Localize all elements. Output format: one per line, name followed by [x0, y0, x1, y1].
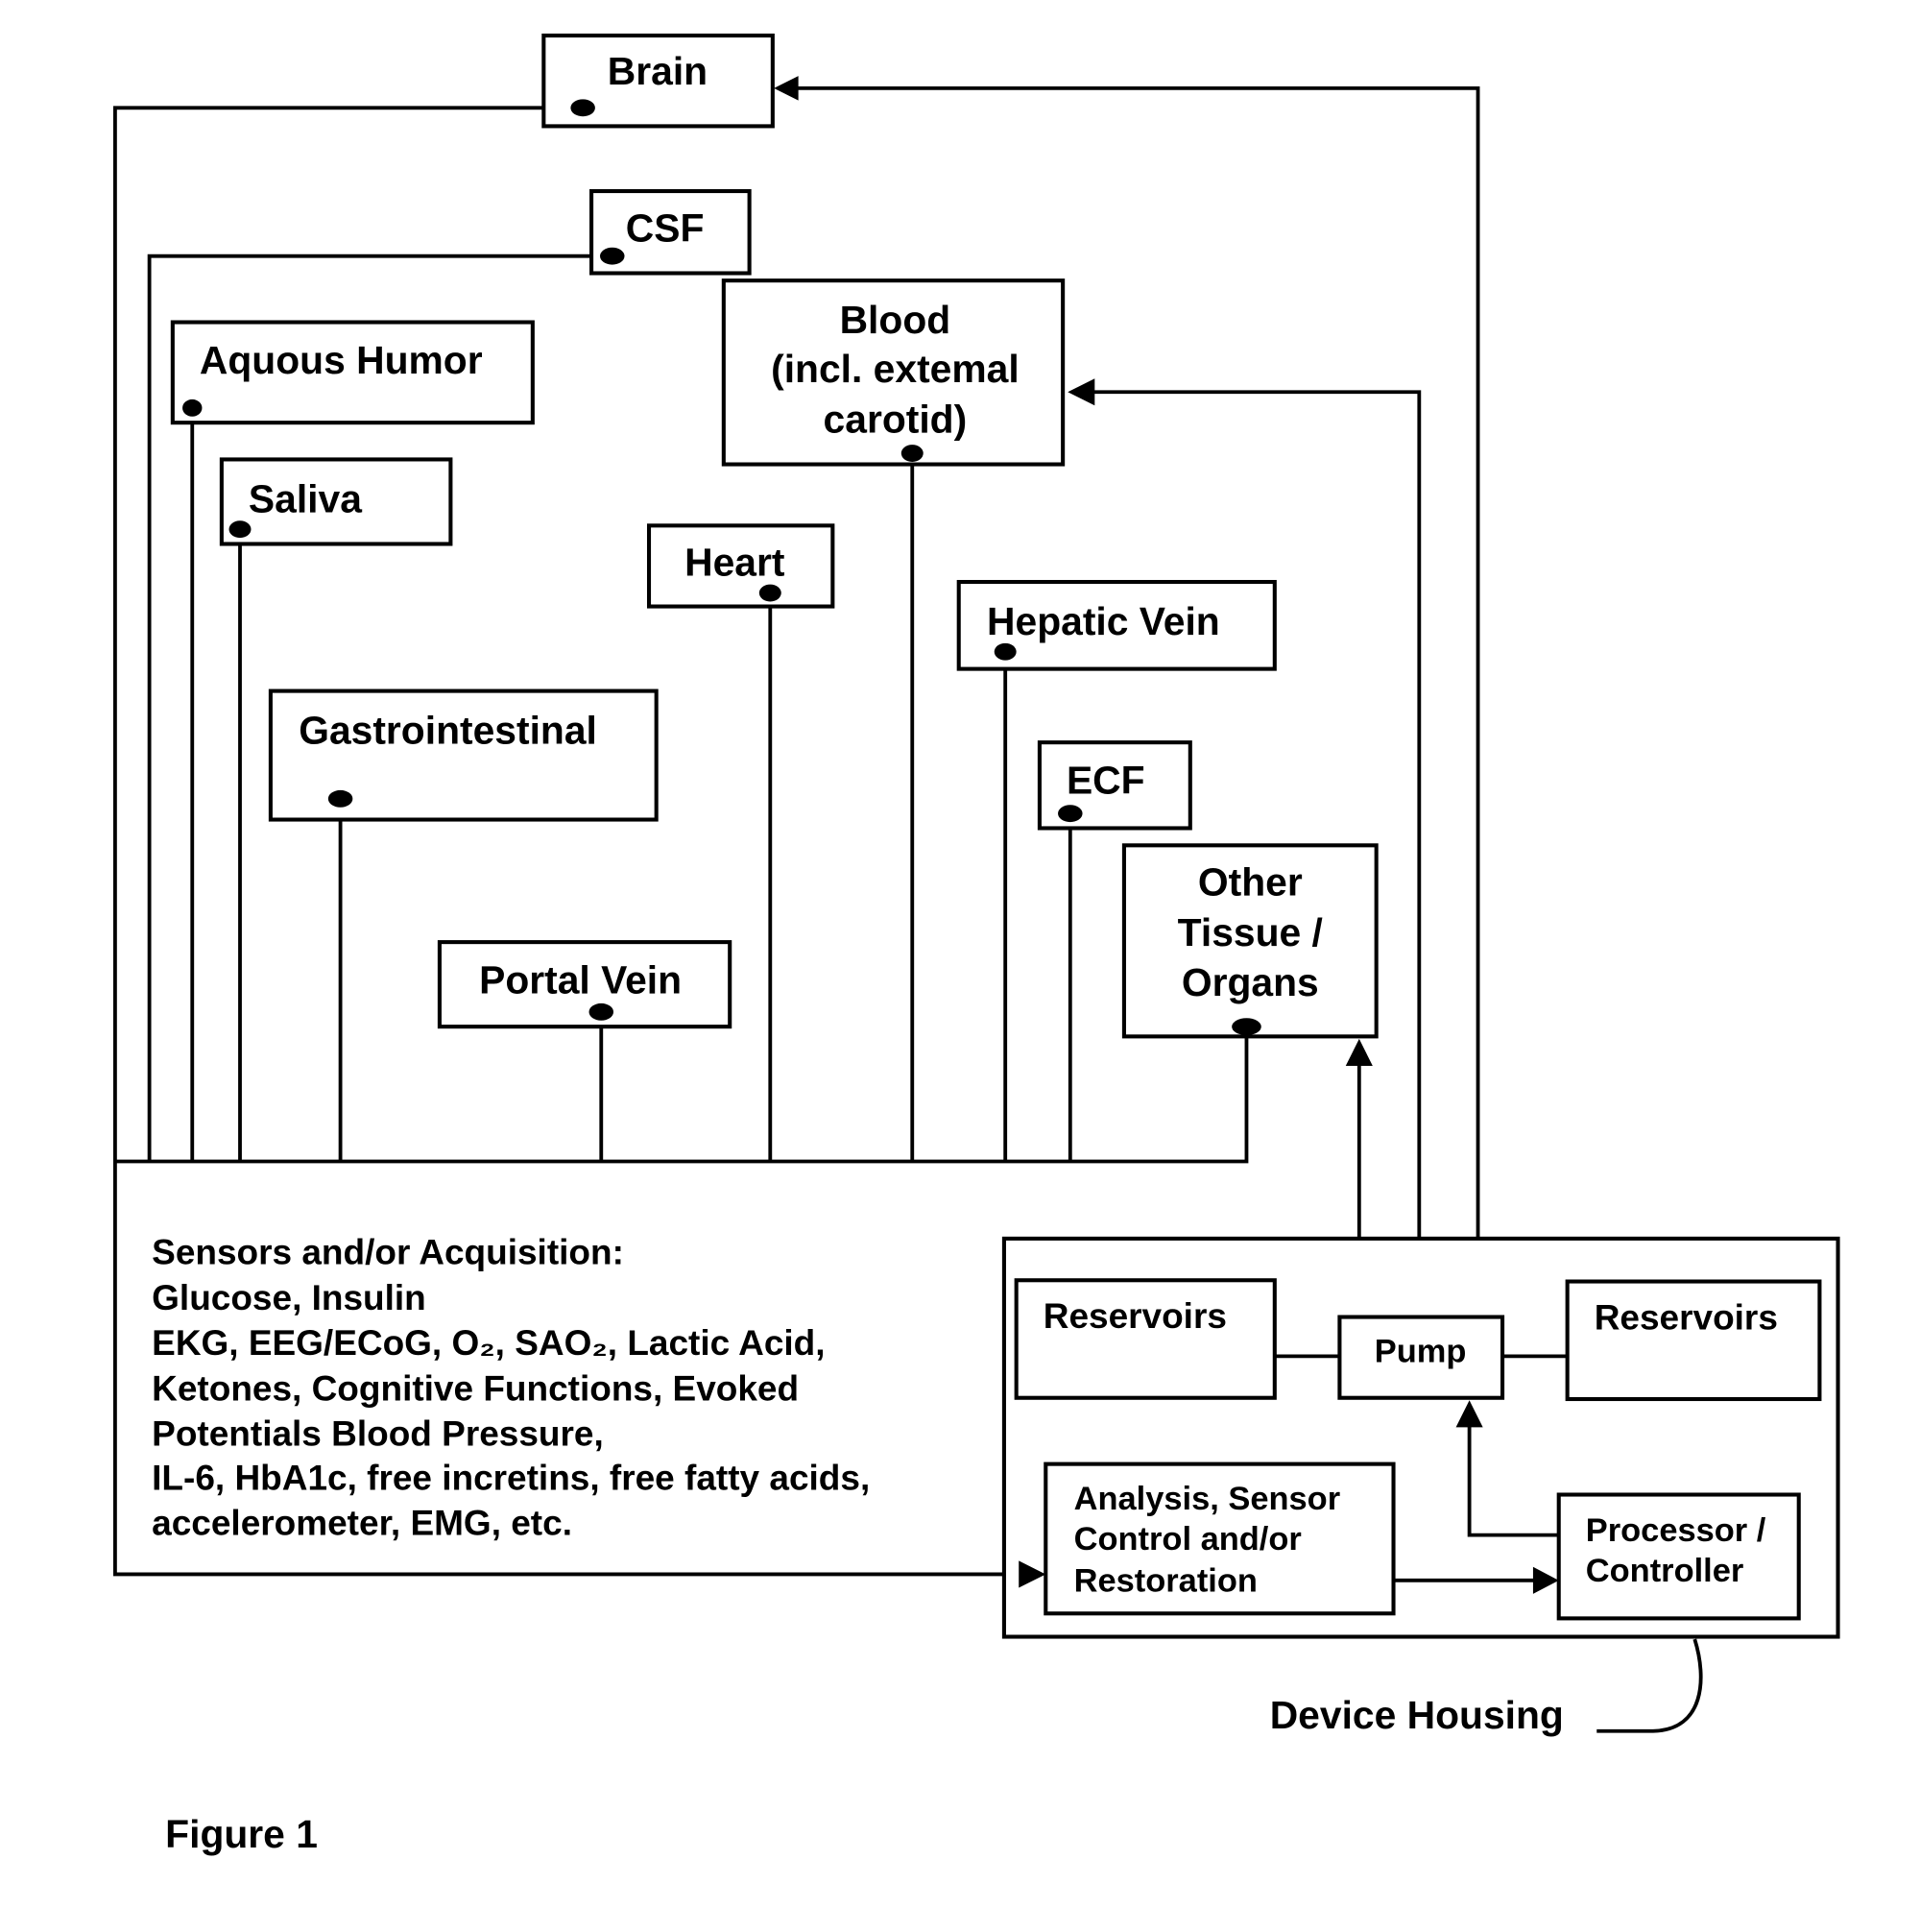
device-housing[interactable]: Reservoirs Pump Reservoirs Analysis, Sen… — [1001, 1236, 1840, 1639]
processor-line-1: Processor / — [1586, 1512, 1766, 1549]
box-analysis[interactable]: Analysis, Sensor Control and/or Restorat… — [1044, 1461, 1396, 1616]
sensor-dot-aqueous — [182, 398, 203, 417]
box-hepatic-vein[interactable]: Hepatic Vein — [956, 579, 1277, 671]
box-processor[interactable]: Processor / Controller — [1556, 1492, 1801, 1621]
box-brain[interactable]: Brain — [541, 33, 775, 129]
arrow-into-blood — [1068, 378, 1095, 406]
sensor-dot-brain — [570, 99, 595, 117]
box-pump[interactable]: Pump — [1337, 1315, 1505, 1400]
pump-label: Pump — [1375, 1334, 1467, 1370]
sensors-line: Glucose, Insulin — [152, 1278, 426, 1317]
box-ecf[interactable]: ECF — [1037, 740, 1192, 831]
box-portal-vein[interactable]: Portal Vein — [437, 940, 732, 1029]
blood-line-3: carotid) — [824, 397, 968, 441]
sensor-dot-portal — [588, 1002, 614, 1021]
sensors-line: EKG, EEG/ECoG, O₂, SAO₂, Lactic Acid, — [152, 1323, 825, 1363]
box-blood[interactable]: Blood (incl. extemal carotid) — [721, 278, 1066, 467]
analysis-line-3: Restoration — [1074, 1562, 1258, 1599]
blood-line-1: Blood — [840, 298, 951, 342]
device-housing-callout: Device Housing — [1270, 1638, 1703, 1737]
sensor-dot-hepatic — [994, 642, 1017, 661]
callout-leader — [1596, 1638, 1703, 1733]
portal-vein-label: Portal Vein — [479, 958, 682, 1002]
box-csf[interactable]: CSF — [589, 188, 752, 276]
sensor-dot-gi — [327, 789, 353, 808]
aqueous-humor-label: Aquous Humor — [200, 338, 483, 382]
csf-label: CSF — [626, 205, 705, 250]
sensor-dot-saliva — [228, 520, 252, 539]
blood-line-2: (incl. extemal — [771, 347, 1020, 391]
sensor-dot-blood — [900, 445, 924, 462]
heart-label: Heart — [684, 541, 785, 585]
sensors-block: Sensors and/or Acquisition: Glucose, Ins… — [152, 1233, 870, 1543]
analysis-line-1: Analysis, Sensor — [1074, 1481, 1341, 1517]
pump-outputs — [774, 76, 1480, 1317]
pump-to-brain — [793, 85, 1480, 1317]
sensor-dot-ecf — [1058, 805, 1083, 823]
sensor-dot-other-tissue — [1232, 1018, 1261, 1036]
figure-caption: Figure 1 — [165, 1812, 318, 1856]
sensors-line: Potentials Blood Pressure, — [152, 1413, 604, 1453]
sensor-dot-csf — [600, 247, 625, 265]
reservoirs-left-label: Reservoirs — [1044, 1296, 1227, 1336]
hepatic-vein-label: Hepatic Vein — [987, 599, 1220, 643]
saliva-label: Saliva — [249, 476, 362, 520]
sensors-heading: Sensors and/or Acquisition: — [152, 1233, 624, 1272]
sensors-line: Ketones, Cognitive Functions, Evoked — [152, 1368, 799, 1408]
box-aqueous-humor[interactable]: Aquous Humor — [170, 320, 535, 425]
ecf-label: ECF — [1067, 759, 1145, 803]
box-reservoirs-right[interactable]: Reservoirs — [1565, 1279, 1822, 1402]
figure-diagram: Brain CSF Aquous Humor Saliva Blood (inc… — [112, 33, 1840, 1856]
analysis-line-2: Control and/or — [1074, 1521, 1302, 1558]
box-reservoirs-left[interactable]: Reservoirs — [1014, 1278, 1277, 1400]
reservoirs-right-label: Reservoirs — [1595, 1297, 1778, 1337]
brain-label: Brain — [608, 49, 708, 93]
other-tissue-line-3: Organs — [1182, 960, 1319, 1004]
sensors-line: IL-6, HbA1c, free incretins, free fatty … — [152, 1458, 870, 1497]
box-gastrointestinal[interactable]: Gastrointestinal — [268, 688, 659, 822]
box-other-tissue[interactable]: Other Tissue / Organs — [1121, 843, 1379, 1039]
sensors-line: accelerometer, EMG, etc. — [152, 1504, 572, 1543]
arrow-into-other-tissue — [1345, 1038, 1373, 1066]
wire-other-tissue — [114, 1026, 1249, 1164]
sensor-dot-heart — [758, 584, 781, 602]
device-housing-label: Device Housing — [1270, 1693, 1564, 1737]
box-saliva[interactable]: Saliva — [219, 457, 453, 546]
other-tissue-line-2: Tissue / — [1178, 910, 1323, 954]
other-tissue-line-1: Other — [1198, 860, 1303, 905]
box-heart[interactable]: Heart — [646, 523, 835, 609]
arrow-into-brain — [774, 76, 799, 101]
gastrointestinal-label: Gastrointestinal — [299, 708, 597, 752]
processor-line-2: Controller — [1586, 1553, 1744, 1589]
